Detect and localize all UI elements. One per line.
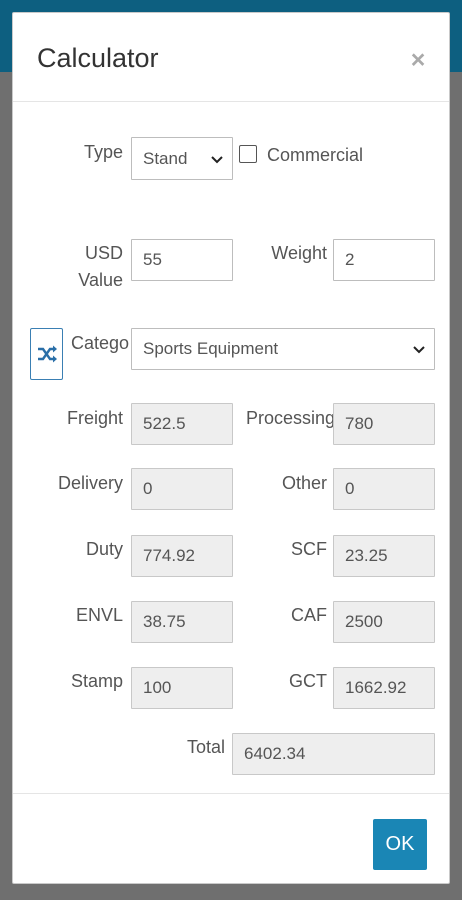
envl-label: ENVL (75, 605, 123, 625)
type-label: Type (83, 142, 123, 162)
type-select[interactable]: Stand (131, 137, 233, 180)
freight-value: 522.5 (143, 414, 186, 433)
total-value: 6402.34 (244, 744, 306, 763)
weight-label: Weight (271, 243, 327, 263)
weight-text: 2 (345, 250, 355, 269)
chevron-down-icon (211, 155, 223, 163)
freight-label: Freight (66, 408, 123, 428)
freight-field: 522.5 (131, 403, 233, 445)
usd-value-input[interactable]: 55 (131, 239, 233, 281)
processing-field: 780 (333, 403, 435, 445)
shuffle-icon (37, 345, 57, 363)
caf-label: CAF (291, 605, 327, 625)
gct-label: GCT (289, 671, 327, 691)
close-icon: × (410, 46, 426, 74)
gct-value: 1662.92 (345, 678, 407, 697)
usd-value-text: 55 (143, 250, 162, 269)
processing-value: 780 (345, 414, 374, 433)
header-divider (13, 101, 449, 102)
usd-value-label-line1: USD (84, 243, 123, 263)
scf-label: SCF (291, 539, 327, 559)
usd-value-label-line2: Value (78, 270, 123, 290)
scf-field: 23.25 (333, 535, 435, 577)
caf-field: 2500 (333, 601, 435, 643)
other-label: Other (281, 473, 327, 493)
close-button[interactable]: × (407, 46, 429, 74)
duty-value: 774.92 (143, 546, 195, 565)
ok-button[interactable]: OK (373, 819, 427, 870)
delivery-field: 0 (131, 468, 233, 510)
shuffle-button[interactable] (30, 328, 63, 380)
weight-input[interactable]: 2 (333, 239, 435, 281)
total-field: 6402.34 (232, 733, 435, 775)
envl-field: 38.75 (131, 601, 233, 643)
gct-field: 1662.92 (333, 667, 435, 709)
duty-field: 774.92 (131, 535, 233, 577)
stamp-value: 100 (143, 678, 172, 697)
stamp-field: 100 (131, 667, 233, 709)
stamp-label: Stamp (70, 671, 123, 691)
category-label: Catego (71, 333, 130, 353)
processing-label: Processing (245, 408, 335, 428)
footer-divider (13, 793, 449, 794)
category-select[interactable]: Sports Equipment (131, 328, 435, 370)
envl-value: 38.75 (143, 612, 186, 631)
duty-label: Duty (85, 539, 123, 559)
category-select-value: Sports Equipment (143, 339, 279, 358)
chevron-down-icon (413, 346, 425, 354)
caf-value: 2500 (345, 612, 383, 631)
dialog-title: Calculator (37, 43, 159, 73)
delivery-value: 0 (143, 479, 153, 498)
type-select-value: Stand (143, 148, 188, 168)
other-field: 0 (333, 468, 435, 510)
other-value: 0 (345, 479, 355, 498)
commercial-checkbox[interactable] (239, 145, 257, 163)
total-label: Total (186, 737, 225, 757)
calculator-dialog: Calculator × Type Stand Commercial USD V… (12, 12, 450, 884)
scf-value: 23.25 (345, 546, 388, 565)
commercial-label: Commercial (267, 145, 364, 165)
delivery-label: Delivery (57, 473, 123, 493)
